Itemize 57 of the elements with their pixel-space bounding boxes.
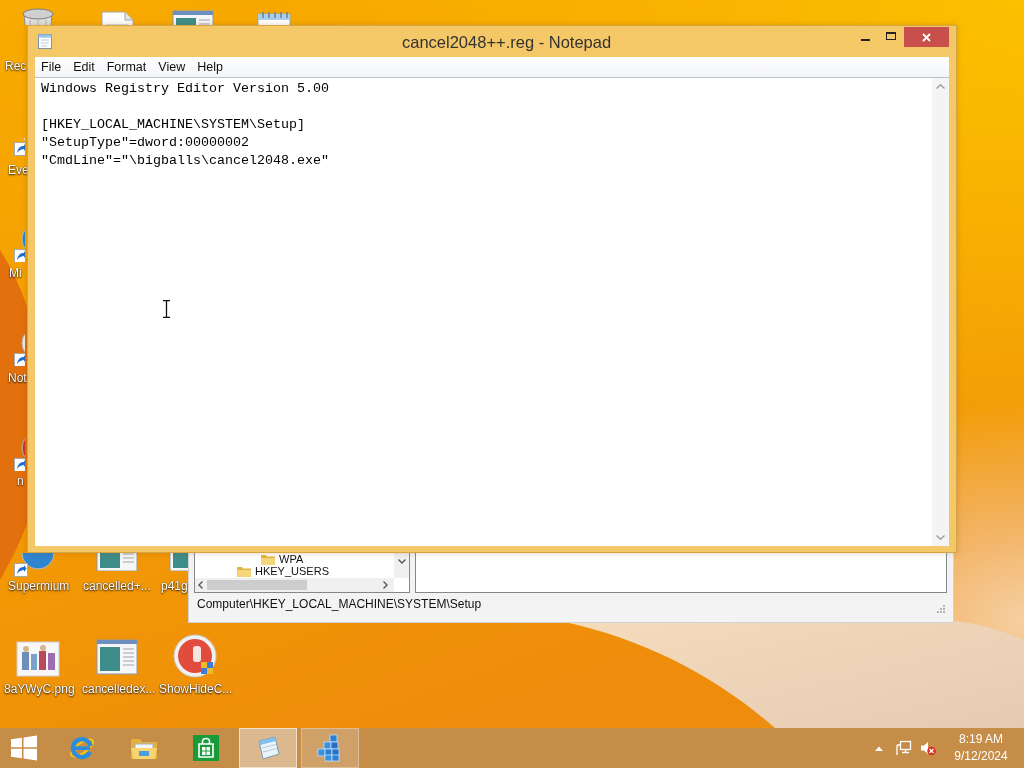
menu-item[interactable]: View xyxy=(152,58,192,76)
desktop-icon-label[interactable]: n xyxy=(17,474,24,488)
menu-item[interactable]: File xyxy=(35,58,68,76)
speaker-muted-icon[interactable] xyxy=(920,740,936,756)
desktop-icon-label[interactable]: p41g xyxy=(161,579,188,593)
clock-date[interactable]: 9/12/2024 xyxy=(954,748,1008,765)
close-button[interactable] xyxy=(904,27,949,47)
horizontal-scrollbar[interactable] xyxy=(195,578,394,592)
clock-time[interactable]: 8:19 AM xyxy=(959,731,1003,748)
window-thumbnail-icon[interactable] xyxy=(168,553,188,571)
menu-item[interactable]: Edit xyxy=(67,58,101,76)
tree-item[interactable]: HKEY_USERS xyxy=(237,565,331,577)
text-cursor-icon xyxy=(163,300,170,318)
scrollbar-thumb[interactable] xyxy=(207,580,307,590)
desktop-icon-label[interactable]: Rec xyxy=(5,59,27,73)
folder-icon xyxy=(261,553,275,565)
menu-item[interactable]: Help xyxy=(191,58,229,76)
desktop-icon-label[interactable]: Supermium xyxy=(8,579,70,593)
vertical-scrollbar[interactable] xyxy=(932,78,949,546)
text-line: Windows Registry Editor Version 5.00 xyxy=(41,80,329,98)
desktop-icon-label[interactable]: Mi xyxy=(9,266,22,280)
tiles-logo-icon xyxy=(10,734,38,762)
window-thumbnail-icon[interactable] xyxy=(95,553,139,571)
chevron-right-icon[interactable] xyxy=(383,581,388,589)
desktop-icon-label[interactable]: Not xyxy=(8,371,27,385)
taskbar-button[interactable] xyxy=(301,728,359,768)
text-line: "SetupType"=dword:00000002 xyxy=(41,134,249,152)
desktop-icon-label[interactable]: cancelledex... xyxy=(82,682,156,696)
window-title: cancel2048++.reg - Notepad xyxy=(402,33,612,52)
notepad-icon[interactable] xyxy=(38,33,52,49)
chevron-left-icon[interactable] xyxy=(198,581,203,589)
network-monitor-icon[interactable] xyxy=(896,740,912,756)
tree-item[interactable]: WPA xyxy=(261,553,306,565)
chevron-down-icon[interactable] xyxy=(397,559,406,564)
shopping-bag-icon xyxy=(192,734,220,762)
round-logo-icon[interactable] xyxy=(173,634,217,678)
minimize-icon xyxy=(860,39,870,41)
status-bar-text: Computer\HKEY_LOCAL_MACHINE\SYSTEM\Setup xyxy=(197,597,482,611)
close-icon xyxy=(922,32,931,42)
desktop-icon-label[interactable]: 8aYWyC.png xyxy=(4,682,75,696)
taskbar-button[interactable] xyxy=(239,728,297,768)
vertical-scrollbar[interactable] xyxy=(394,553,409,578)
browser-e-icon xyxy=(68,734,96,762)
resize-grip-icon[interactable] xyxy=(936,604,945,613)
desktop-icon-label[interactable]: ShowHideC... xyxy=(159,682,233,696)
maximize-icon xyxy=(886,31,896,40)
folder-icon xyxy=(237,565,251,577)
desktop-icon-label[interactable]: cancelled+... xyxy=(83,579,151,593)
text-editor-area[interactable]: Windows Registry Editor Version 5.00 [HKEY_LOCAL_MACHINE\SYSTEM\Setup] "SetupType"=dword:00000002 "CmdLine"="\bigballs\cancel2048.exe" xyxy=(35,77,949,546)
caret-up-icon[interactable] xyxy=(875,745,883,751)
menu-item[interactable]: Format xyxy=(100,58,153,76)
picture-file-icon[interactable] xyxy=(16,640,60,680)
chevron-up-icon[interactable] xyxy=(936,84,945,89)
window-thumbnail-icon[interactable] xyxy=(171,10,215,25)
text-line: "CmdLine"="\bigballs\cancel2048.exe" xyxy=(41,152,329,170)
shortcut-icon[interactable] xyxy=(14,553,58,577)
text-line: [HKEY_LOCAL_MACHINE\SYSTEM\Setup] xyxy=(41,116,305,134)
